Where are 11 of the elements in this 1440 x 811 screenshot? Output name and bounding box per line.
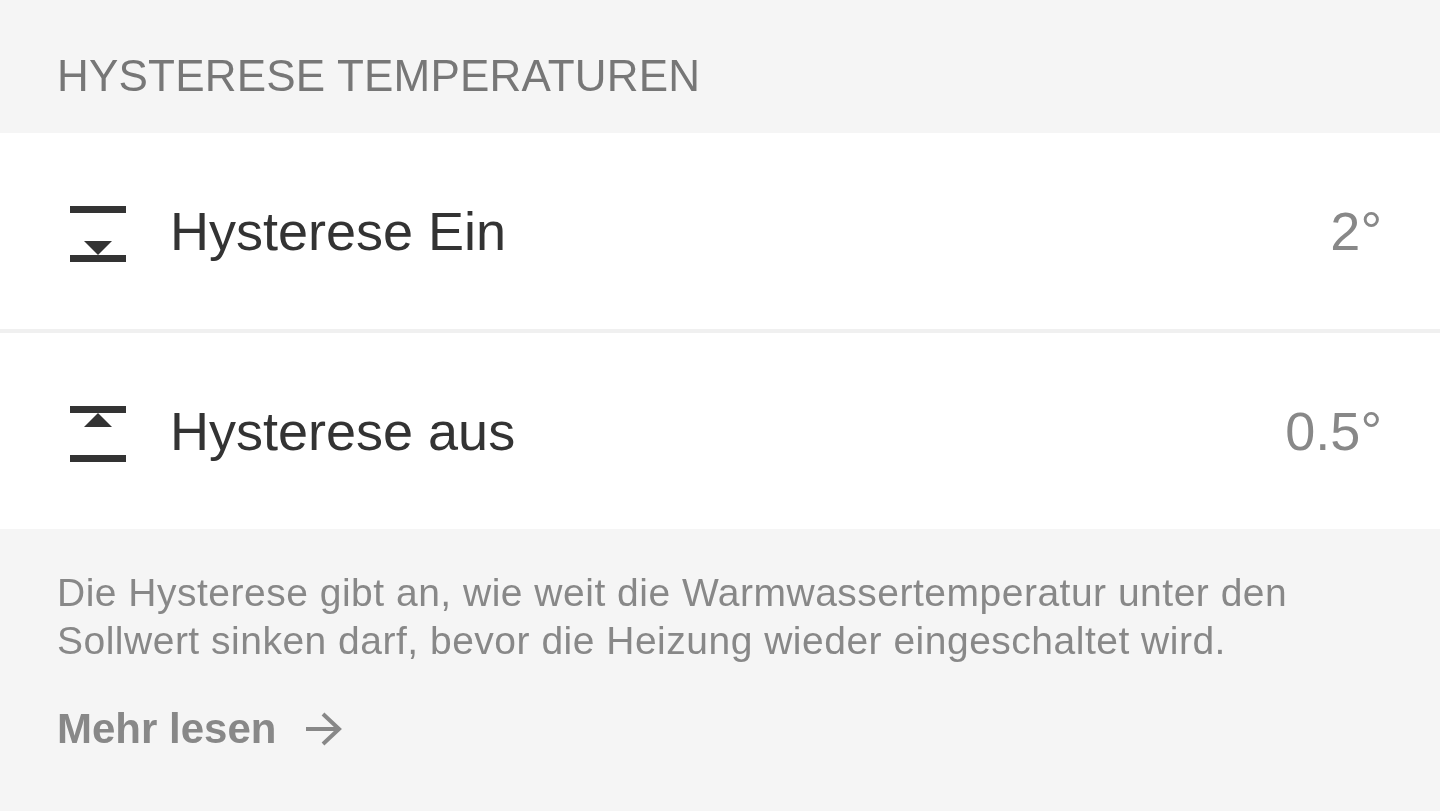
hysteresis-up-icon	[70, 406, 126, 462]
arrow-right-icon	[304, 712, 343, 746]
description-text: Die Hysterese gibt an, wie weit die Warmwassertemperatur unter den Sollwert sinken darf, bevor die Heizung wieder eingeschaltet wird.	[57, 570, 1289, 664]
setting-value: 0.5°	[1285, 400, 1382, 462]
setting-value: 2°	[1330, 200, 1382, 262]
hysteresis-down-icon	[70, 206, 126, 262]
setting-label: Hysterese Ein	[170, 200, 508, 262]
setting-label: Hysterese aus	[170, 400, 517, 462]
setting-row[interactable]: Hysterese Ein 2°	[0, 133, 1440, 329]
setting-row[interactable]: Hysterese aus 0.5°	[0, 333, 1440, 529]
section-header: HYSTERESE TEMPERATUREN	[57, 51, 701, 100]
